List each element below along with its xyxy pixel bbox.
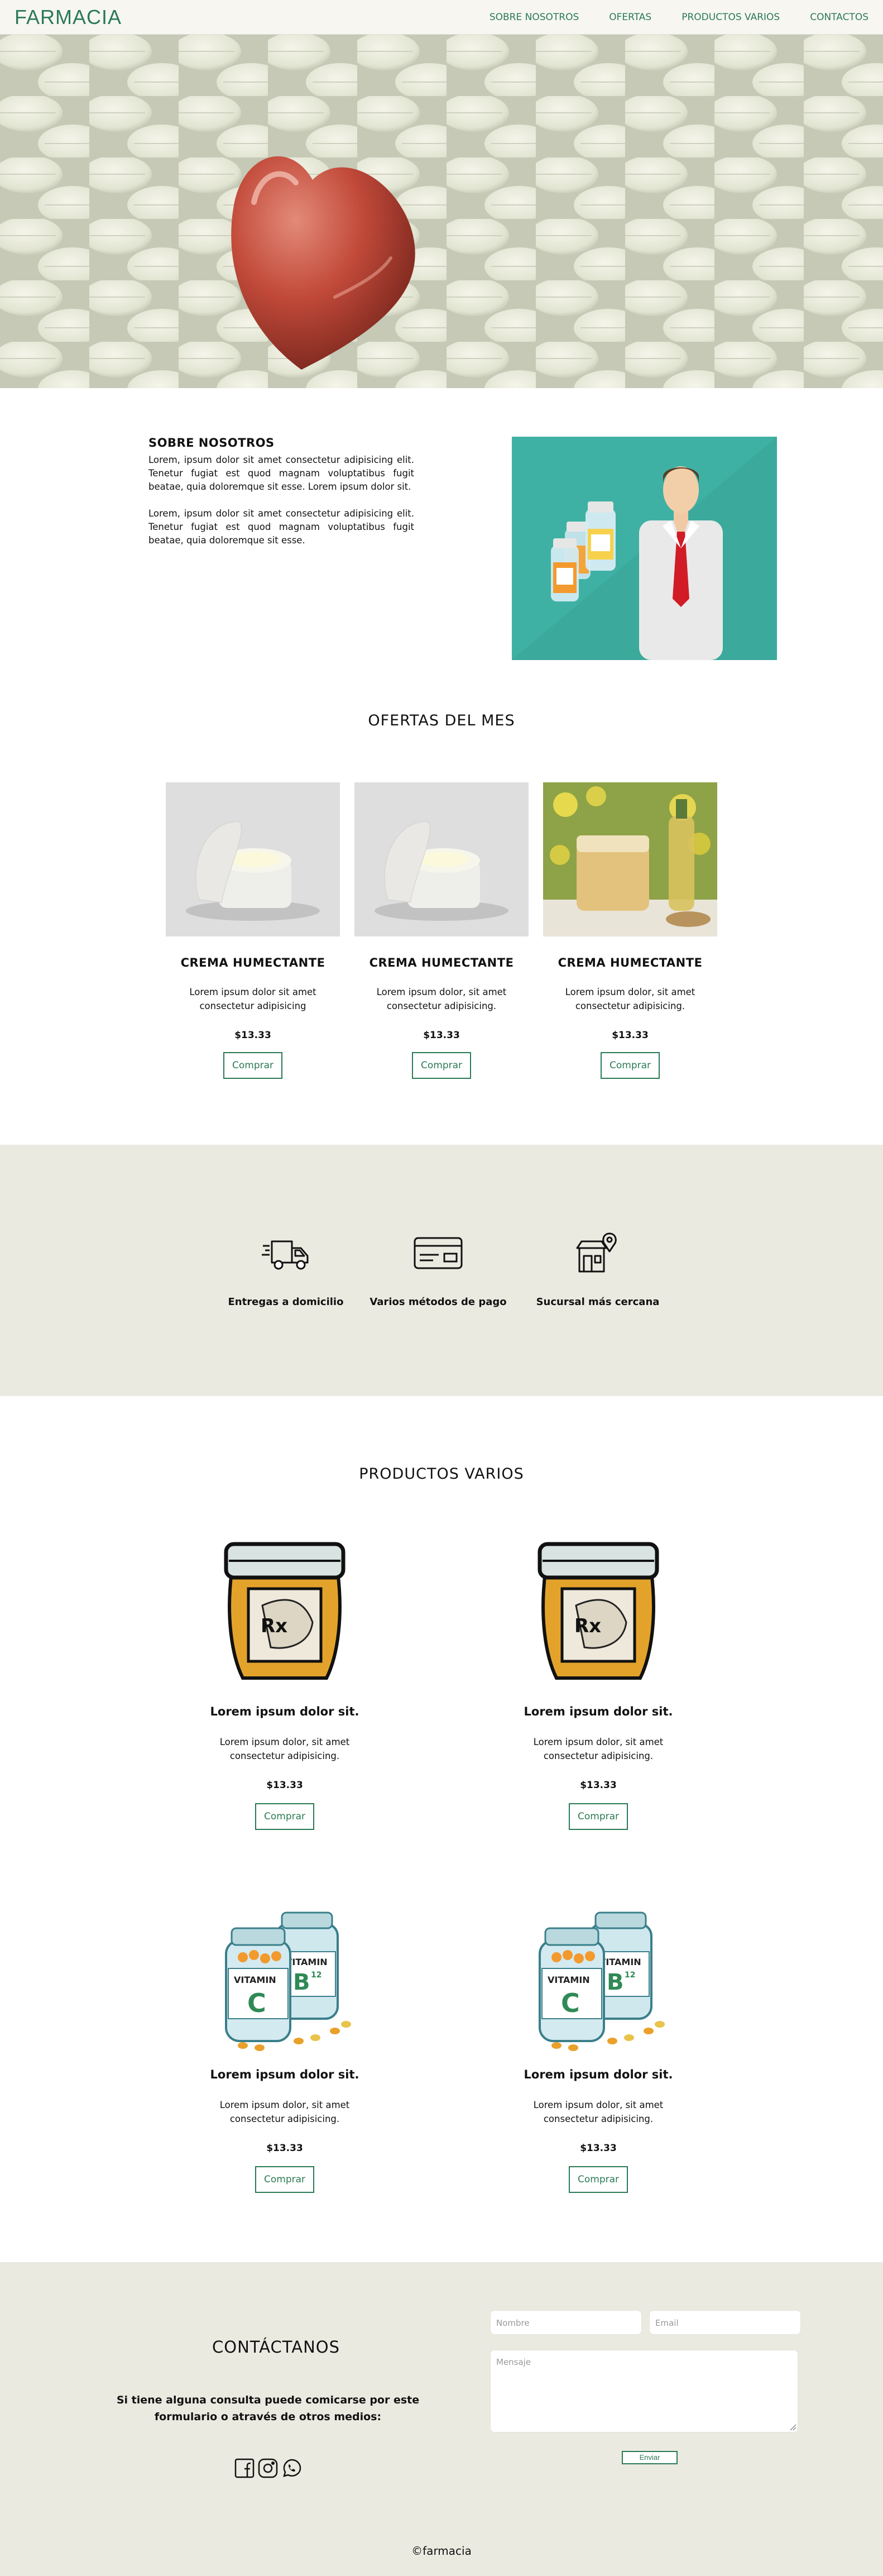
product-card-3: VITAMIN B 12 VITAMIN C Lorem ipsum dolor…: [195, 1901, 374, 2193]
svg-text:VITAMIN: VITAMIN: [548, 1975, 590, 1985]
offer-price: $13.33: [234, 1030, 271, 1041]
product-card-1: Rx Lorem ipsum dolor sit. Lorem ipsum do…: [195, 1538, 374, 1830]
offer-name: CREMA HUMECTANTE: [180, 956, 325, 969]
facebook-icon[interactable]: [234, 2458, 255, 2479]
svg-text:B: B: [607, 1970, 624, 1995]
nav-productos-varios[interactable]: PRODUCTOS VARIOS: [682, 12, 780, 23]
buy-button[interactable]: Comprar: [255, 1803, 315, 1830]
product-name: Lorem ipsum dolor sit.: [524, 1705, 673, 1718]
feature-store: Sucursal más cercana: [525, 1231, 670, 1308]
email-field[interactable]: Email: [649, 2310, 801, 2335]
products-title: PRODUCTOS VARIOS: [359, 1465, 524, 1483]
svg-text:C: C: [247, 1988, 266, 2018]
about-paragraph-1: Lorem, ipsum dolor sit amet consectetur …: [148, 455, 414, 492]
buy-button[interactable]: Comprar: [568, 2166, 628, 2193]
feature-label: Entregas a domicilio: [228, 1296, 344, 1308]
features-band: Entregas a domicilio Varios métodos de p…: [0, 1145, 883, 1396]
send-button[interactable]: Enviar: [622, 2451, 678, 2464]
site-header: FARMACIA SOBRE NOSOTROS OFERTAS PRODUCTO…: [0, 0, 883, 35]
feature-label: Varios métodos de pago: [369, 1296, 507, 1308]
product-desc: Lorem ipsum dolor, sit amet consectetur …: [533, 1737, 664, 1761]
nav-contactos[interactable]: CONTACTOS: [810, 12, 868, 23]
resize-handle-icon[interactable]: [789, 2423, 796, 2431]
pills-heart-illustration: [0, 35, 883, 388]
about-text: Lorem, ipsum dolor sit amet consectetur …: [148, 453, 414, 547]
cream-jar-image: [354, 782, 529, 936]
rx-jar-image: Rx: [209, 1538, 360, 1689]
feature-label: Sucursal más cercana: [536, 1296, 660, 1308]
product-desc: Lorem ipsum dolor, sit amet consectetur …: [533, 2100, 664, 2124]
pharmacist-illustration: [512, 437, 777, 660]
offer-desc: Lorem ipsum dolor, sit amet consectetur …: [376, 987, 507, 1011]
product-price: $13.33: [266, 1780, 303, 1791]
message-placeholder: Mensaje: [496, 2357, 531, 2367]
product-price: $13.33: [580, 1780, 617, 1791]
product-name: Lorem ipsum dolor sit.: [524, 2068, 673, 2081]
contact-text: Si tiene alguna consulta puede comicarse…: [116, 2394, 420, 2423]
feature-payment: Varios métodos de pago: [366, 1231, 511, 1308]
nav-sobre-nosotros[interactable]: SOBRE NOSOTROS: [490, 12, 579, 23]
product-card-2: Rx Lorem ipsum dolor sit. Lorem ipsum do…: [509, 1538, 688, 1830]
social-links: [234, 2458, 302, 2479]
honey-cream-image: [543, 782, 717, 936]
hero-image: [0, 35, 883, 388]
buy-button[interactable]: Comprar: [255, 2166, 315, 2193]
main-nav: SOBRE NOSOTROS OFERTAS PRODUCTOS VARIOS …: [490, 12, 868, 23]
rx-label: Rx: [261, 1615, 287, 1637]
rx-jar-image: Rx: [523, 1538, 674, 1689]
svg-text:B: B: [293, 1970, 310, 1995]
footer-copyright: ©farmacia: [411, 2544, 472, 2558]
buy-button[interactable]: Comprar: [600, 1052, 660, 1079]
product-name: Lorem ipsum dolor sit.: [210, 1705, 359, 1718]
svg-text:VITAMIN: VITAMIN: [599, 1957, 641, 1967]
brand-logo[interactable]: FARMACIA: [15, 6, 122, 29]
svg-text:12: 12: [625, 1971, 635, 1980]
offer-card-1: CREMA HUMECTANTE Lorem ipsum dolor sit a…: [166, 782, 340, 1079]
offer-name: CREMA HUMECTANTE: [369, 956, 514, 969]
product-desc: Lorem ipsum dolor, sit amet consectetur …: [219, 1737, 350, 1761]
product-desc: Lorem ipsum dolor, sit amet consectetur …: [219, 2100, 350, 2124]
offer-desc: Lorem ipsum dolor sit amet consectetur a…: [189, 987, 316, 1011]
buy-button[interactable]: Comprar: [223, 1052, 283, 1079]
rx-label: Rx: [574, 1615, 601, 1637]
offers-title: OFERTAS DEL MES: [368, 712, 515, 729]
name-field[interactable]: Nombre: [490, 2310, 642, 2335]
product-price: $13.33: [266, 2143, 303, 2154]
offer-card-3: CREMA HUMECTANTE Lorem ipsum dolor, sit …: [543, 782, 717, 1079]
svg-text:VITAMIN: VITAMIN: [285, 1957, 328, 1967]
buy-button[interactable]: Comprar: [411, 1052, 472, 1079]
buy-button[interactable]: Comprar: [568, 1803, 628, 1830]
feature-delivery: Entregas a domicilio: [213, 1231, 358, 1308]
offer-desc: Lorem ipsum dolor, sit amet consectetur …: [565, 987, 695, 1011]
whatsapp-icon[interactable]: [281, 2458, 302, 2479]
product-card-4: VITAMIN B 12 VITAMIN C Lorem ipsum dolor…: [509, 1901, 688, 2193]
message-field[interactable]: Mensaje: [490, 2350, 798, 2432]
nav-ofertas[interactable]: OFERTAS: [609, 12, 651, 23]
contact-section: CONTÁCTANOS Si tiene alguna consulta pue…: [0, 2262, 883, 2576]
product-name: Lorem ipsum dolor sit.: [210, 2068, 359, 2081]
svg-text:VITAMIN: VITAMIN: [234, 1975, 276, 1985]
offer-card-2: CREMA HUMECTANTE Lorem ipsum dolor, sit …: [354, 782, 529, 1079]
contact-title: CONTÁCTANOS: [212, 2338, 340, 2357]
offer-price: $13.33: [423, 1030, 460, 1041]
svg-text:12: 12: [311, 1971, 321, 1980]
store-location-icon: [573, 1231, 623, 1275]
credit-card-icon: [413, 1231, 463, 1275]
vitamin-bottles-image: VITAMIN B 12 VITAMIN C: [523, 1901, 674, 2052]
instagram-icon[interactable]: [257, 2458, 279, 2479]
about-title: SOBRE NOSOTROS: [148, 436, 275, 450]
offer-name: CREMA HUMECTANTE: [558, 956, 703, 969]
about-paragraph-2: Lorem, ipsum dolor sit amet consectetur …: [148, 508, 414, 546]
offer-price: $13.33: [612, 1030, 649, 1041]
vitamin-bottles-image: VITAMIN B 12 VITAMIN C: [209, 1901, 360, 2052]
delivery-truck-icon: [261, 1231, 311, 1275]
cream-jar-image: [166, 782, 340, 936]
product-price: $13.33: [580, 2143, 617, 2154]
svg-text:C: C: [561, 1988, 580, 2018]
